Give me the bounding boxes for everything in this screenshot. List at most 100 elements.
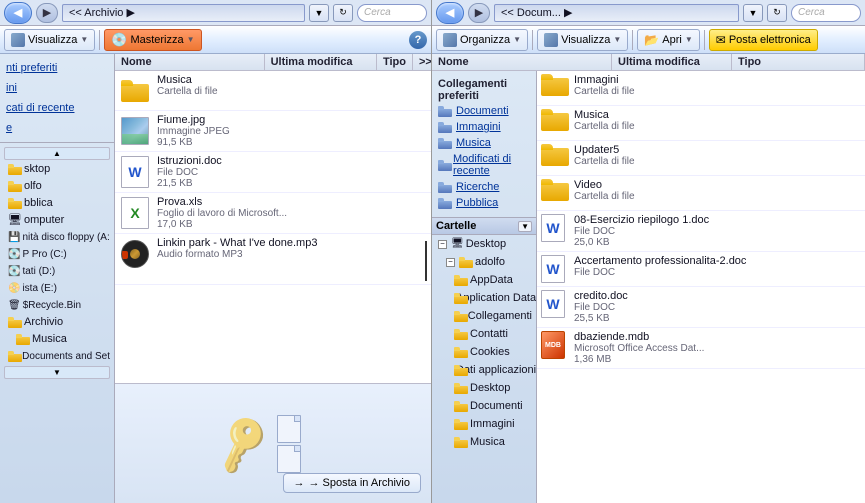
tree-item-bblica[interactable]: bblica	[0, 195, 114, 212]
tree-item-documents[interactable]: Documents and Set	[0, 348, 114, 365]
left-sidebar: nti preferiti ini cati di recente e ▲ sk…	[0, 54, 115, 503]
left-search-box[interactable]: Cerca	[357, 4, 427, 22]
archive-button[interactable]: → → Sposta in Archivio	[283, 473, 422, 493]
tree-item-datiapp[interactable]: Dati applicazioni	[432, 361, 536, 379]
list-item[interactable]: X Prova.xls Foglio di lavoro di Microsof…	[115, 193, 431, 234]
sidebar-scroll-up[interactable]: ▲	[4, 147, 110, 160]
drive-e-icon: 📀	[8, 281, 20, 296]
right-organizza-button[interactable]: Organizza ▼	[436, 29, 528, 51]
left-path-dropdown[interactable]: ▼	[309, 4, 329, 22]
right-col-header-type[interactable]: Tipo	[732, 54, 865, 70]
tree-item-collegamenti[interactable]: Collegamenti	[432, 307, 536, 325]
right-file-list: Immagini Cartella di file Musica Cartell…	[537, 71, 865, 503]
folders-expand-btn[interactable]: ▼	[518, 221, 532, 232]
col-header-date[interactable]: Ultima modifica	[265, 54, 377, 70]
list-item[interactable]: Fiume.jpg Immagine JPEG91,5 KB	[115, 111, 431, 152]
sidebar-scroll-down[interactable]: ▼	[4, 366, 110, 379]
right-toolbar-sep3	[704, 30, 705, 50]
right-forward-button[interactable]: ▶	[468, 3, 490, 23]
tree-item-musica-sub[interactable]: Musica	[432, 433, 536, 451]
file-name: Fiume.jpg	[157, 114, 427, 126]
left-back-button[interactable]: ◀	[4, 2, 32, 24]
list-item[interactable]: Accertamento professionalita-2.doc File …	[537, 252, 865, 287]
tree-item-cpro[interactable]: 💽 P Pro (C:)	[0, 246, 114, 263]
list-item[interactable]: Musica Cartella di file	[537, 106, 865, 141]
file-icon-folder	[541, 144, 569, 172]
tree-item-documenti-sub[interactable]: Documenti	[432, 397, 536, 415]
list-item[interactable]: MDB dbaziende.mdb Microsoft Office Acces…	[537, 328, 865, 369]
tree-expand[interactable]: −	[438, 240, 447, 249]
right-path-dropdown[interactable]: ▼	[743, 4, 763, 22]
tree-item-dstati[interactable]: 💽 tati (D:)	[0, 263, 114, 280]
tree-item-contatti[interactable]: Contatti	[432, 325, 536, 343]
left-visualizza-button[interactable]: Visualizza ▼	[4, 29, 95, 51]
tree-item-adolfo[interactable]: − adolfo	[432, 253, 536, 271]
tree-item-olfo[interactable]: olfo	[0, 178, 114, 195]
left-help-button[interactable]: ?	[409, 31, 427, 49]
right-toolbar: Organizza ▼ Visualizza ▼ 📂 Apri ▼ ✉ Post…	[432, 26, 865, 54]
tree-item-desktop-root[interactable]: − 🖥 Desktop	[432, 235, 536, 253]
fav-item-ricerche[interactable]: Ricerche	[432, 179, 536, 195]
list-item[interactable]: Musica Cartella di file	[115, 71, 431, 111]
tree-item-eista[interactable]: 📀 ista (E:)	[0, 280, 114, 297]
file-item-info: Musica Cartella di file	[574, 109, 861, 132]
right-visualizza-button[interactable]: Visualizza ▼	[537, 29, 628, 51]
col-header-expand[interactable]: >>	[413, 54, 431, 70]
tree-item-immagini-sub[interactable]: Immagini	[432, 415, 536, 433]
sidebar-item-recente[interactable]: cati di recente	[0, 98, 114, 118]
left-refresh-button[interactable]: ↻	[333, 4, 353, 22]
list-item[interactable]: Updater5 Cartella di file	[537, 141, 865, 176]
right-posta-button[interactable]: ✉ Posta elettronica	[709, 29, 818, 51]
tree-item-floppy[interactable]: 💾 nità disco floppy (A:	[0, 229, 114, 246]
right-path-box[interactable]: << Docum... ▶	[494, 4, 739, 22]
col-header-name[interactable]: Nome	[115, 54, 265, 70]
list-item[interactable]: Immagini Cartella di file	[537, 71, 865, 106]
tree-item-desktop-sub[interactable]: Desktop	[432, 379, 536, 397]
left-forward-button[interactable]: ▶	[36, 3, 58, 23]
fav-section-title: Collegamenti preferiti	[432, 75, 536, 103]
col-header-type[interactable]: Tipo	[377, 54, 413, 70]
file-meta: Cartella di file	[574, 121, 861, 132]
tree-item-cookies[interactable]: Cookies	[432, 343, 536, 361]
file-name: Prova.xls	[157, 196, 427, 208]
tree-item-musica[interactable]: Musica	[0, 331, 114, 348]
list-item[interactable]: Linkin park - What I've done.mp3 Audio f…	[115, 234, 431, 285]
folder-icon	[8, 181, 22, 192]
tree-item-archivio[interactable]: Archivio	[0, 314, 114, 331]
tree-item-appdata[interactable]: AppData	[432, 271, 536, 289]
archive-drop-zone[interactable]: 🔑 → → Sposta in Archivio	[115, 383, 431, 503]
list-item[interactable]: Istruzioni.doc File DOC21,5 KB	[115, 152, 431, 193]
sidebar-item-preferiti[interactable]: nti preferiti	[0, 58, 114, 78]
list-item[interactable]: 08-Esercizio riepilogo 1.doc File DOC25,…	[537, 211, 865, 252]
right-col-header-name[interactable]: Nome	[432, 54, 612, 70]
right-back-button[interactable]: ◀	[436, 2, 464, 24]
fav-item-label: Modificati di recente	[453, 153, 530, 177]
zip-doc2	[277, 445, 301, 473]
left-path-box[interactable]: << Archivio ▶	[62, 4, 305, 22]
application-data-label: Application Data	[456, 290, 536, 306]
tree-item-sktop[interactable]: sktop	[0, 161, 114, 178]
fav-item-immagini[interactable]: Immagini	[432, 119, 536, 135]
right-col-header-date[interactable]: Ultima modifica	[612, 54, 732, 70]
fav-item-pubblica[interactable]: Pubblica	[432, 195, 536, 211]
sidebar-item-ini[interactable]: ini	[0, 78, 114, 98]
fav-item-musica[interactable]: Musica	[432, 135, 536, 151]
right-content-area: Collegamenti preferiti Documenti Immagin…	[432, 71, 865, 503]
tree-expand[interactable]: −	[446, 258, 455, 267]
folders-title: Cartelle	[436, 220, 476, 232]
file-item-info: Musica Cartella di file	[157, 74, 427, 97]
fav-item-modificati[interactable]: Modificati di recente	[432, 151, 536, 179]
masterizza-button[interactable]: 💿 Masterizza ▼	[104, 29, 201, 51]
right-refresh-button[interactable]: ↻	[767, 4, 787, 22]
right-search-box[interactable]: Cerca	[791, 4, 861, 22]
tree-item-omputer[interactable]: 🖥 omputer	[0, 212, 114, 229]
file-icon-mp3	[119, 238, 151, 270]
recycle-icon: 🗑	[8, 298, 21, 313]
list-item[interactable]: Video Cartella di file	[537, 176, 865, 211]
tree-item-recycle[interactable]: 🗑 $Recycle.Bin	[0, 297, 114, 314]
list-item[interactable]: credito.doc File DOC25,5 KB	[537, 287, 865, 328]
tree-item-application-data[interactable]: Application Data	[432, 289, 536, 307]
right-apri-button[interactable]: 📂 Apri ▼	[637, 29, 699, 51]
fav-item-documenti[interactable]: Documenti	[432, 103, 536, 119]
sidebar-item-e[interactable]: e	[0, 118, 114, 138]
